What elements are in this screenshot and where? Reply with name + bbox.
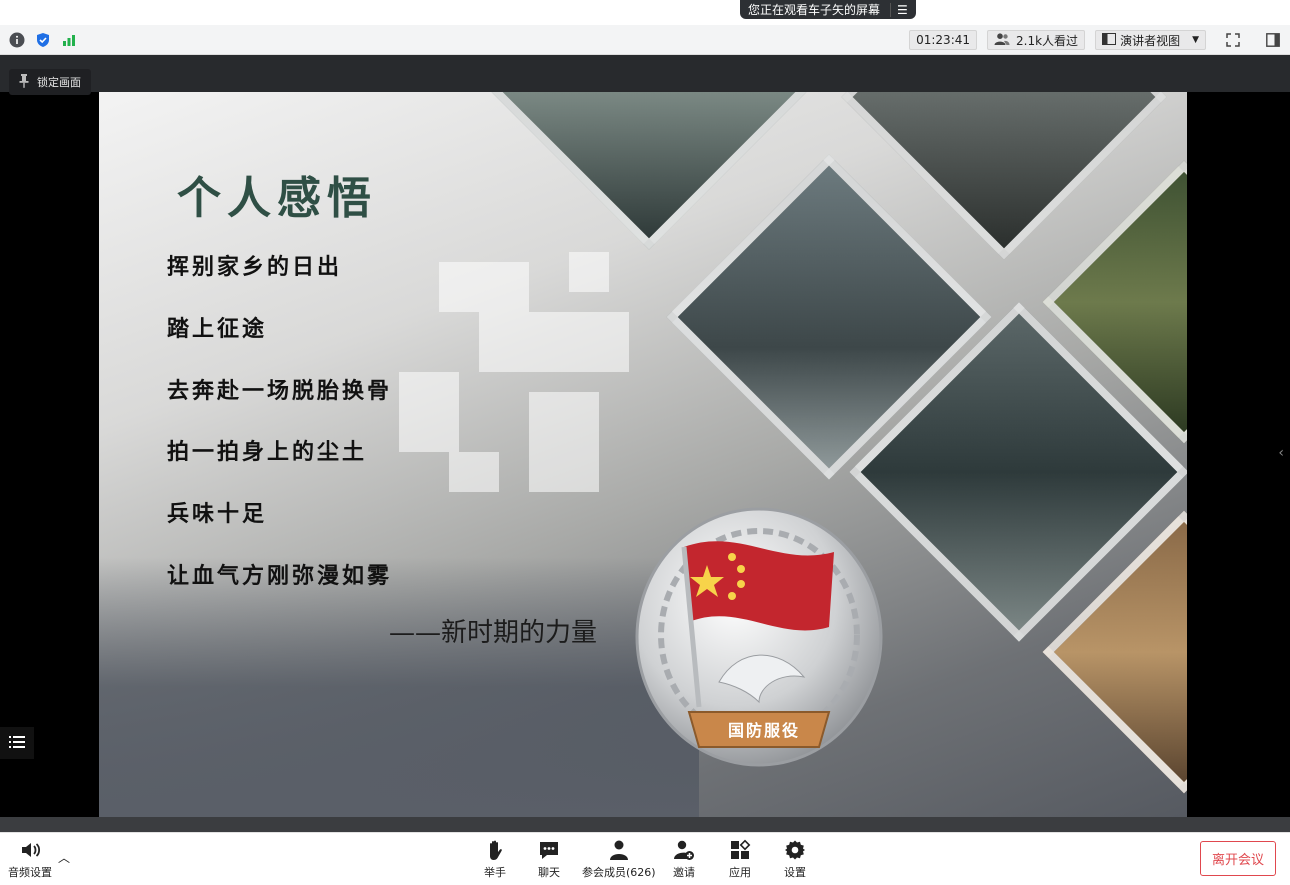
apps-button[interactable]: 应用 bbox=[729, 839, 751, 880]
lock-view-label: 锁定画面 bbox=[37, 76, 81, 89]
hand-icon bbox=[490, 840, 502, 860]
speaker-icon bbox=[22, 843, 41, 857]
settings-label: 设置 bbox=[784, 866, 806, 879]
invite-label: 邀请 bbox=[673, 866, 695, 879]
people-icon bbox=[994, 32, 1010, 48]
meeting-timer: 01:23:41 bbox=[909, 30, 978, 50]
camo-background bbox=[99, 557, 699, 817]
invite-button[interactable]: 邀请 bbox=[673, 839, 695, 880]
slide-line-2: 踏上征途 bbox=[167, 316, 268, 342]
fullscreen-icon[interactable] bbox=[1224, 31, 1242, 49]
audio-settings-button[interactable]: 音频设置 bbox=[8, 839, 52, 880]
slide-line-3: 去奔赴一场脱胎换骨 bbox=[167, 378, 393, 404]
participants-icon bbox=[609, 840, 628, 860]
audio-options-toggle[interactable]: ︿ bbox=[58, 849, 70, 866]
stage-header bbox=[0, 55, 1290, 92]
top-area: 您正在观看车子矢的屏幕 ☰ bbox=[0, 0, 1290, 25]
chevron-down-icon: ▼ bbox=[1192, 35, 1199, 45]
view-mode-select[interactable]: 演讲者视图 ▼ bbox=[1095, 30, 1206, 50]
viewers-label: 2.1k人看过 bbox=[1016, 33, 1079, 48]
chat-button[interactable]: 聊天 bbox=[538, 839, 560, 880]
list-icon[interactable]: ☰ bbox=[890, 2, 908, 17]
layout-icon bbox=[1102, 32, 1117, 48]
list-toggle-button[interactable] bbox=[0, 727, 34, 759]
signal-icon[interactable] bbox=[60, 31, 78, 49]
audio-settings-label: 音频设置 bbox=[8, 866, 52, 879]
pin-icon bbox=[19, 73, 29, 91]
meeting-toolbar: 音频设置 ︿ 举手 聊天 参会成员(626) 邀请 应用 设置 离开会议 bbox=[0, 832, 1290, 885]
leave-meeting-button[interactable]: 离开会议 bbox=[1200, 841, 1276, 876]
info-icon[interactable] bbox=[8, 31, 26, 49]
badge-text: 国防服役 bbox=[727, 721, 800, 740]
slide-line-4: 拍一拍身上的尘土 bbox=[167, 439, 368, 465]
chevron-up-icon: ︿ bbox=[58, 851, 71, 865]
participants-button[interactable]: 参会成员(626) bbox=[582, 839, 656, 880]
raise-hand-label: 举手 bbox=[484, 866, 506, 879]
lock-view-button[interactable]: 锁定画面 bbox=[9, 69, 91, 95]
slide-line-6: 让血气方刚弥漫如雾 bbox=[167, 563, 393, 589]
slide-title: 个人感悟 bbox=[177, 173, 377, 224]
settings-button[interactable]: 设置 bbox=[784, 839, 806, 880]
chat-icon bbox=[540, 842, 558, 859]
list-icon bbox=[9, 734, 25, 753]
national-defense-badge: 国防服役 bbox=[629, 507, 889, 777]
sidebar-toggle-icon[interactable] bbox=[1264, 31, 1282, 49]
chat-label: 聊天 bbox=[538, 866, 560, 879]
meeting-info-bar: 01:23:41 2.1k人看过 演讲者视图 ▼ bbox=[0, 25, 1290, 55]
apps-label: 应用 bbox=[729, 866, 751, 879]
apps-icon bbox=[731, 839, 751, 859]
slide-line-1: 挥别家乡的日出 bbox=[167, 254, 343, 280]
participants-label: 参会成员(626) bbox=[582, 866, 656, 879]
slide-tagline: ——新时期的力量 bbox=[389, 618, 598, 648]
raise-hand-button[interactable]: 举手 bbox=[484, 839, 506, 880]
slide-line-5: 兵味十足 bbox=[167, 501, 268, 527]
viewers-count[interactable]: 2.1k人看过 bbox=[987, 30, 1086, 50]
chevron-left-icon[interactable]: ‹ bbox=[1278, 445, 1284, 461]
stage-footer bbox=[0, 817, 1290, 832]
gear-icon bbox=[785, 840, 805, 860]
shared-screen-stage: 锁定画面 个人感悟 挥别家乡的日出 踏上征途 去奔赴一场脱胎换骨 拍一拍身上的尘… bbox=[0, 55, 1290, 832]
shield-icon[interactable] bbox=[34, 31, 52, 49]
share-banner-text: 您正在观看车子矢的屏幕 bbox=[748, 3, 881, 17]
presentation-slide: 个人感悟 挥别家乡的日出 踏上征途 去奔赴一场脱胎换骨 拍一拍身上的尘土 兵味十… bbox=[99, 92, 1187, 817]
view-mode-label: 演讲者视图 bbox=[1120, 33, 1181, 48]
share-banner[interactable]: 您正在观看车子矢的屏幕 ☰ bbox=[740, 0, 916, 19]
add-user-icon bbox=[674, 840, 694, 860]
